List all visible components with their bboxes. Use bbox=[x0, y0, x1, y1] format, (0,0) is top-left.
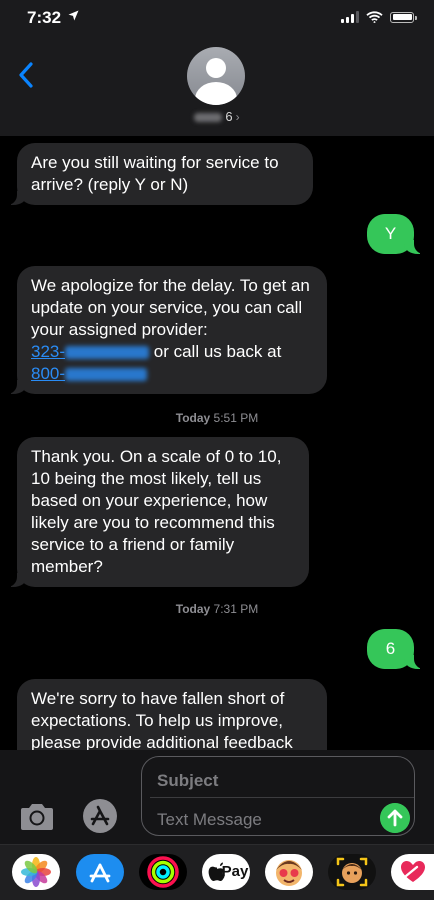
message-text: We're sorry to have fallen short of expe… bbox=[31, 689, 293, 750]
redacted-contact-number bbox=[194, 113, 223, 123]
received-message[interactable]: We're sorry to have fallen short of expe… bbox=[17, 679, 327, 750]
photos-icon[interactable] bbox=[12, 854, 60, 890]
status-indicators bbox=[341, 11, 417, 23]
apple-pay-icon[interactable]: Pay bbox=[202, 854, 250, 890]
input-divider bbox=[150, 797, 414, 798]
phone-link-callback[interactable]: 800- bbox=[31, 364, 148, 383]
cellular-signal-icon bbox=[341, 11, 359, 23]
memoji-icon[interactable] bbox=[265, 854, 313, 890]
message-text: or call us back at bbox=[153, 342, 282, 361]
message-text-field[interactable]: Text Message bbox=[157, 810, 262, 830]
message-thread[interactable]: Are you still waiting for service to arr… bbox=[0, 136, 434, 750]
message-input-box[interactable]: Subject Text Message bbox=[141, 756, 415, 836]
message-text: Thank you. On a scale of 0 to 10, 10 bei… bbox=[31, 447, 282, 576]
timestamp-day: Today bbox=[175, 602, 211, 616]
message-text: Are you still waiting for service to arr… bbox=[31, 153, 279, 194]
received-message[interactable]: We apologize for the delay. To get an up… bbox=[7, 266, 327, 394]
location-arrow-icon bbox=[68, 10, 79, 21]
imessage-app-drawer: Pay bbox=[0, 844, 434, 900]
timestamp-day: Today bbox=[175, 411, 211, 425]
timestamp-time: 7:31 PM bbox=[213, 602, 259, 616]
timestamp-time: 5:51 PM bbox=[213, 411, 259, 425]
status-time: 7:32 bbox=[27, 8, 62, 27]
redacted-phone-digits bbox=[65, 368, 148, 382]
phone-link-provider[interactable]: 323- bbox=[31, 342, 150, 361]
activity-icon[interactable] bbox=[139, 854, 187, 890]
battery-icon bbox=[390, 11, 417, 23]
send-button[interactable] bbox=[380, 803, 410, 833]
wifi-icon bbox=[366, 11, 383, 23]
digital-touch-icon[interactable] bbox=[391, 854, 434, 890]
conversation-header: 6 › bbox=[0, 38, 434, 136]
contact-avatar[interactable] bbox=[187, 47, 245, 105]
app-store-apps-icon[interactable] bbox=[80, 798, 120, 834]
animoji-icon[interactable] bbox=[328, 854, 376, 890]
phone-link-text: 323- bbox=[31, 342, 66, 361]
message-text: 6 bbox=[385, 639, 396, 658]
avatar-head bbox=[206, 58, 226, 78]
contact-name[interactable]: 6 › bbox=[0, 109, 434, 124]
message-text: Y bbox=[384, 224, 397, 243]
message-composer: Subject Text Message bbox=[0, 750, 434, 844]
phone-link-text: 800- bbox=[31, 364, 66, 383]
sent-message[interactable]: Y bbox=[367, 214, 424, 254]
timestamp: Today 5:51 PM bbox=[0, 411, 434, 425]
received-message[interactable]: Are you still waiting for service to arr… bbox=[7, 143, 313, 205]
contact-number-suffix: 6 bbox=[225, 109, 233, 124]
avatar-body bbox=[195, 82, 237, 105]
message-text: We apologize for the delay. To get an up… bbox=[31, 276, 310, 339]
status-bar: 7:32 bbox=[0, 0, 434, 38]
chevron-right-icon: › bbox=[235, 110, 240, 124]
app-store-icon[interactable] bbox=[76, 854, 124, 890]
timestamp: Today 7:31 PM bbox=[0, 602, 434, 616]
subject-field[interactable]: Subject bbox=[157, 771, 218, 791]
received-message[interactable]: Thank you. On a scale of 0 to 10, 10 bei… bbox=[7, 437, 309, 587]
apple-pay-label: Pay bbox=[221, 863, 249, 880]
sent-message[interactable]: 6 bbox=[367, 629, 424, 669]
back-chevron-icon[interactable] bbox=[16, 60, 38, 90]
camera-icon[interactable] bbox=[18, 802, 56, 832]
redacted-phone-digits bbox=[65, 346, 150, 360]
